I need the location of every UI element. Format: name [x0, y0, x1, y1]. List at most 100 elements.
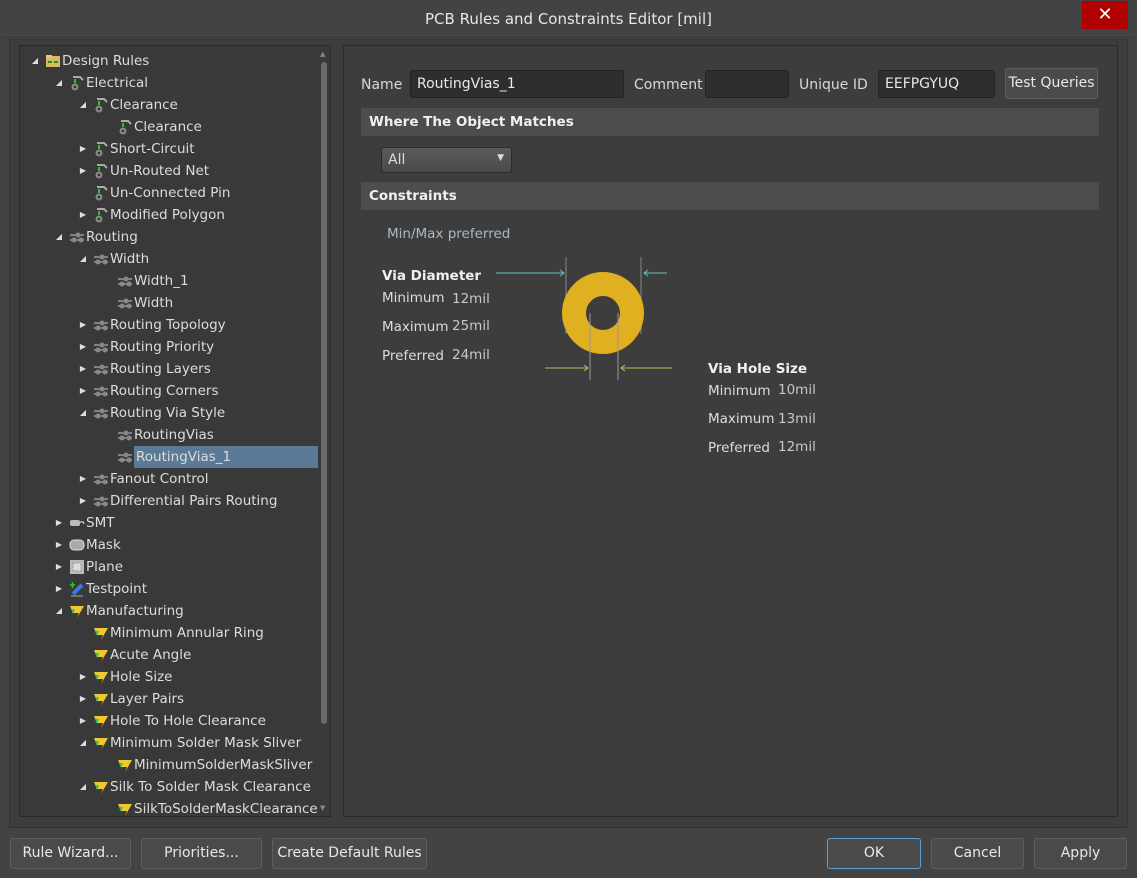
tree-item[interactable]: ◢ Routing — [20, 226, 320, 248]
tree-item[interactable]: Un-Connected Pin — [20, 182, 320, 204]
expand-arrow-icon[interactable]: ▶ — [78, 688, 88, 710]
expand-arrow-icon[interactable]: ▶ — [54, 512, 64, 534]
tree-item[interactable]: ▶ Un-Routed Net — [20, 160, 320, 182]
expand-arrow-icon[interactable]: ▶ — [54, 556, 64, 578]
tree-item[interactable]: ▶ Short-Circuit — [20, 138, 320, 160]
tree-item[interactable]: ◢ Silk To Solder Mask Clearance — [20, 776, 320, 798]
expand-arrow-icon[interactable]: ▶ — [78, 468, 88, 490]
expand-arrow-icon[interactable]: ▶ — [78, 336, 88, 358]
collapse-arrow-icon[interactable]: ◢ — [78, 402, 88, 424]
hole-pref-value[interactable]: 12mil — [778, 439, 816, 455]
collapse-arrow-icon[interactable]: ◢ — [54, 600, 64, 622]
tree-item[interactable]: RoutingVias_1 — [20, 446, 320, 468]
collapse-arrow-icon[interactable]: ◢ — [78, 94, 88, 116]
tree-item-label: Short-Circuit — [110, 141, 195, 157]
tree-item[interactable]: ◢ Electrical — [20, 72, 320, 94]
create-default-rules-button[interactable]: Create Default Rules — [272, 838, 427, 869]
electrical-rule-icon — [93, 185, 109, 201]
expand-arrow-icon[interactable]: ▶ — [78, 710, 88, 732]
diameter-pref-value[interactable]: 24mil — [452, 347, 490, 363]
manufacturing-rule-icon — [117, 757, 133, 773]
comment-input[interactable] — [705, 70, 789, 98]
expand-arrow-icon[interactable]: ▶ — [78, 358, 88, 380]
tree-item[interactable]: RoutingVias — [20, 424, 320, 446]
scroll-down-icon[interactable]: ▼ — [320, 804, 325, 812]
tree-item[interactable]: Minimum Annular Ring — [20, 622, 320, 644]
tree-item[interactable]: ▶ Mask — [20, 534, 320, 556]
expand-arrow-icon[interactable]: ▶ — [78, 138, 88, 160]
tree-item[interactable]: ◢ Clearance — [20, 94, 320, 116]
tree-item[interactable]: ▶ Routing Topology — [20, 314, 320, 336]
hole-min-value[interactable]: 10mil — [778, 382, 816, 398]
cancel-button[interactable]: Cancel — [931, 838, 1024, 869]
tree-item[interactable]: ▶ Testpoint — [20, 578, 320, 600]
tree-item[interactable]: Clearance — [20, 116, 320, 138]
manufacturing-rule-icon — [93, 691, 109, 707]
tree-item-label: Minimum Annular Ring — [110, 625, 264, 641]
tree-item[interactable]: ▶ Plane — [20, 556, 320, 578]
scrollbar-thumb[interactable] — [321, 62, 327, 724]
name-input[interactable]: RoutingVias_1 — [410, 70, 624, 98]
rules-tree: ◢ Design Rules ◢ Electrical ◢ Clearance Cleara… — [19, 45, 331, 817]
routing-rule-icon — [117, 295, 133, 311]
collapse-arrow-icon[interactable]: ◢ — [78, 776, 88, 798]
expand-arrow-icon[interactable]: ▶ — [78, 160, 88, 182]
tree-item-label: Width — [134, 295, 174, 311]
close-button[interactable]: ✕ — [1082, 1, 1128, 29]
tree-item[interactable]: Acute Angle — [20, 644, 320, 666]
tree-item-label: Silk To Solder Mask Clearance — [110, 779, 311, 795]
expand-arrow-icon[interactable]: ▶ — [78, 314, 88, 336]
expand-arrow-icon[interactable]: ▶ — [54, 534, 64, 556]
expand-arrow-icon[interactable]: ▶ — [78, 490, 88, 512]
apply-button[interactable]: Apply — [1034, 838, 1127, 869]
expand-arrow-icon[interactable]: ▶ — [78, 666, 88, 688]
routing-rule-icon — [93, 405, 109, 421]
testpoint-rule-icon — [69, 581, 85, 597]
diameter-max-value[interactable]: 25mil — [452, 318, 490, 334]
tree-item[interactable]: ◢ Minimum Solder Mask Sliver — [20, 732, 320, 754]
collapse-arrow-icon[interactable]: ◢ — [54, 226, 64, 248]
tree-item-label: Clearance — [134, 119, 202, 135]
tree-item[interactable]: ◢ Width — [20, 248, 320, 270]
test-queries-button[interactable]: Test Queries — [1005, 68, 1098, 99]
title-bar: PCB Rules and Constraints Editor [mil] ✕ — [0, 0, 1137, 38]
tree-item[interactable]: ▶ Fanout Control — [20, 468, 320, 490]
rule-wizard-button[interactable]: Rule Wizard... — [10, 838, 131, 869]
tree-item[interactable]: Width_1 — [20, 270, 320, 292]
tree-item[interactable]: ▶ Hole Size — [20, 666, 320, 688]
tree-item-label: RoutingVias_1 — [134, 446, 318, 468]
tree-item[interactable]: ▶ Routing Corners — [20, 380, 320, 402]
tree-item[interactable]: ◢ Manufacturing — [20, 600, 320, 622]
tree-item[interactable]: ▶ Routing Priority — [20, 336, 320, 358]
tree-item-label: Un-Connected Pin — [110, 185, 231, 201]
tree-item[interactable]: SilkToSolderMaskClearance — [20, 798, 320, 816]
ok-button[interactable]: OK — [827, 838, 921, 869]
tree-item[interactable]: ▶ Hole To Hole Clearance — [20, 710, 320, 732]
collapse-arrow-icon[interactable]: ◢ — [30, 50, 40, 72]
collapse-arrow-icon[interactable]: ◢ — [78, 732, 88, 754]
tree-item[interactable]: ▶ SMT — [20, 512, 320, 534]
tree-item[interactable]: ▶ Differential Pairs Routing — [20, 490, 320, 512]
scroll-up-icon[interactable]: ▲ — [320, 50, 325, 58]
tree-item[interactable]: ◢ Design Rules — [20, 50, 320, 72]
tree-item[interactable]: MinimumSolderMaskSliver — [20, 754, 320, 776]
expand-arrow-icon[interactable]: ▶ — [78, 204, 88, 226]
tree-item[interactable]: ▶ Layer Pairs — [20, 688, 320, 710]
manufacturing-rule-icon — [93, 779, 109, 795]
hole-max-value[interactable]: 13mil — [778, 411, 816, 427]
tree-item[interactable]: ▶ Modified Polygon — [20, 204, 320, 226]
priorities-button[interactable]: Priorities... — [141, 838, 262, 869]
expand-arrow-icon[interactable]: ▶ — [78, 380, 88, 402]
expand-arrow-icon[interactable]: ▶ — [54, 578, 64, 600]
tree-item[interactable]: ▶ Routing Layers — [20, 358, 320, 380]
tree-item[interactable]: ◢ Routing Via Style — [20, 402, 320, 424]
diameter-min-value[interactable]: 12mil — [452, 291, 490, 307]
tree-scrollbar[interactable]: ▲ ▼ — [319, 48, 329, 816]
routing-rule-icon — [93, 339, 109, 355]
collapse-arrow-icon[interactable]: ◢ — [54, 72, 64, 94]
match-dropdown[interactable]: All ▼ — [381, 147, 512, 173]
tree-item[interactable]: Width — [20, 292, 320, 314]
unique-id-input[interactable]: EEFPGYUQ — [878, 70, 995, 98]
folder-rule-icon — [45, 53, 61, 69]
collapse-arrow-icon[interactable]: ◢ — [78, 248, 88, 270]
